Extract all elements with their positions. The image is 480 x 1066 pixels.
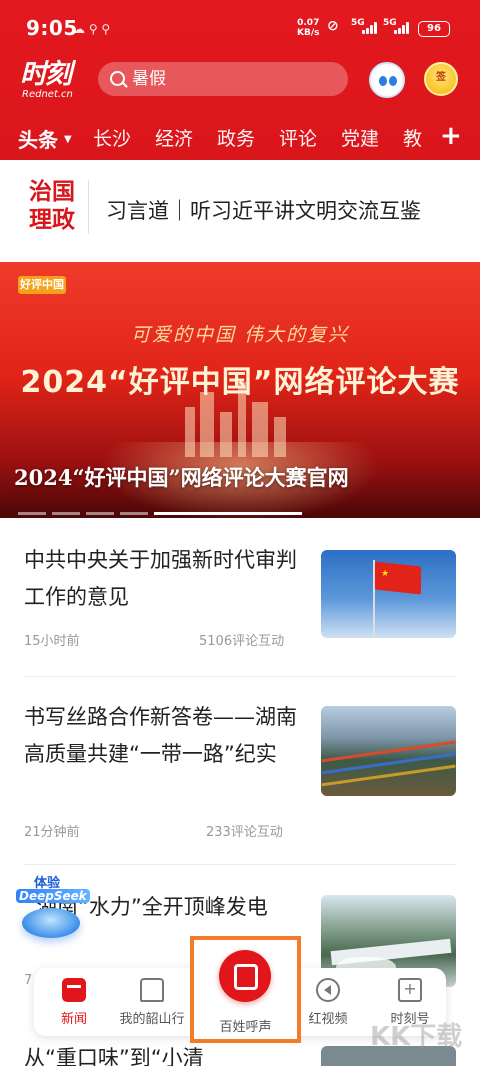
news-comments: 5106评论互动 bbox=[199, 634, 285, 649]
mascot-avatar-icon[interactable] bbox=[369, 62, 405, 98]
news-title: 中共中央关于加强新时代审判工作的意见 bbox=[24, 548, 297, 609]
divider bbox=[88, 180, 89, 234]
building-shape bbox=[220, 412, 232, 457]
building-shape bbox=[185, 407, 195, 457]
building-shape bbox=[274, 417, 286, 457]
news-time: 7 bbox=[24, 973, 33, 988]
tab-government[interactable]: 政务 bbox=[217, 124, 255, 151]
news-time: 15小时前 bbox=[24, 634, 80, 649]
tab-headlines[interactable]: 头条 bbox=[18, 124, 58, 163]
app-screen: 9:05 ☁ ⚲ ⚲ 0.07 KB/s ⊘ 5G 5G 96 时刻 Redne… bbox=[0, 0, 480, 1066]
app-logo: 时刻 Rednet.cn bbox=[20, 60, 86, 100]
rail-line bbox=[321, 740, 456, 763]
deepseek-float-button[interactable]: 体验 DeepSeek bbox=[16, 872, 90, 944]
play-triangle bbox=[324, 985, 331, 995]
tab-shaoshan-label: 我的韶山行 bbox=[119, 1012, 185, 1027]
citizen-voice-button[interactable]: 百姓呼声 bbox=[190, 936, 301, 1043]
news-icon bbox=[62, 978, 86, 1002]
add-channel-icon[interactable]: + bbox=[440, 121, 462, 151]
status-bar: 9:05 ☁ ⚲ ⚲ 0.07 KB/s ⊘ 5G 5G 96 bbox=[0, 0, 480, 56]
tab-commentary[interactable]: 评论 bbox=[279, 124, 317, 151]
signal2-icon bbox=[394, 22, 414, 34]
news-item[interactable]: 书写丝路合作新答卷——湖南高质量共建“一带一路”纪实 21分钟前 233评论互动 bbox=[0, 677, 480, 863]
channel-tabs: 头条 ▼ 长沙 经济 政务 评论 党建 教 bbox=[0, 118, 480, 163]
tab-changsha[interactable]: 长沙 bbox=[93, 124, 131, 151]
tab-economy[interactable]: 经济 bbox=[155, 124, 193, 151]
tab-education[interactable]: 教 bbox=[403, 124, 422, 151]
status-time: 9:05 bbox=[26, 16, 78, 40]
net-speed: 0.07 KB/s bbox=[297, 18, 319, 38]
notification-icons: ☁ ⚲ ⚲ bbox=[73, 22, 111, 36]
checkin-icon[interactable]: 签 bbox=[424, 62, 458, 96]
watermark: KK下载 bbox=[370, 1022, 463, 1052]
banner-logo: 好评中国 bbox=[18, 276, 66, 294]
governance-logo-line2: 理政 bbox=[29, 206, 75, 233]
news-title: 书写丝路合作新答卷——湖南高质量共建“一带一路”纪实 bbox=[24, 705, 297, 766]
governance-logo: 治国 理政 bbox=[24, 178, 80, 236]
carousel-dot bbox=[18, 512, 46, 515]
banner-title: 2024“好评中国”网络评论大赛 bbox=[20, 365, 460, 400]
citizen-voice-label: 百姓呼声 bbox=[219, 1020, 272, 1035]
deepseek-label2: DeepSeek bbox=[16, 889, 90, 903]
net-speed-unit: KB/s bbox=[297, 28, 320, 38]
carousel-indicator bbox=[18, 500, 308, 519]
search-input[interactable]: 暑假 bbox=[98, 62, 348, 96]
message-icon bbox=[219, 950, 271, 1002]
news-title: 从“重口味”到“小清 bbox=[24, 1046, 204, 1066]
news-time: 21分钟前 bbox=[24, 825, 80, 840]
governance-logo-line1: 治国 bbox=[29, 178, 75, 205]
search-icon bbox=[110, 71, 125, 86]
deepseek-orb-icon bbox=[22, 908, 80, 938]
governance-headline[interactable]: 习言道｜听习近平讲文明交流互鉴 bbox=[106, 195, 421, 225]
news-item[interactable]: 中共中央关于加强新时代审判工作的意见 15小时前 5106评论互动 ★ bbox=[0, 520, 480, 676]
tab-news[interactable]: 新闻 bbox=[34, 968, 114, 1036]
tab-news-label: 新闻 bbox=[60, 1012, 87, 1027]
carousel-dot-active bbox=[154, 512, 302, 515]
star-icon: ★ bbox=[381, 569, 390, 579]
play-icon bbox=[316, 978, 340, 1002]
top-header: 9:05 ☁ ⚲ ⚲ 0.07 KB/s ⊘ 5G 5G 96 时刻 Redne… bbox=[0, 0, 480, 163]
news-thumbnail bbox=[321, 706, 456, 796]
volte-icon: ⊘ bbox=[327, 18, 339, 34]
logo-subtext: Rednet.cn bbox=[22, 89, 73, 100]
news-icon-line bbox=[67, 985, 81, 988]
carousel-dot bbox=[86, 512, 114, 515]
building-shape bbox=[200, 392, 214, 457]
news-thumbnail: ★ bbox=[321, 550, 456, 638]
carousel-dot bbox=[120, 512, 148, 515]
news-comments: 233评论互动 bbox=[206, 825, 283, 840]
net-speed-value: 0.07 bbox=[297, 18, 320, 28]
building-shape bbox=[252, 402, 268, 457]
search-placeholder: 暑假 bbox=[132, 69, 166, 89]
banner-subtitle: 可爱的中国 伟大的复兴 bbox=[130, 324, 350, 346]
add-post-icon: + bbox=[398, 978, 422, 1002]
banner-caption: 2024“好评中国”网络评论大赛官网 bbox=[14, 465, 349, 490]
tab-party[interactable]: 党建 bbox=[341, 124, 379, 151]
house-icon bbox=[140, 978, 164, 1002]
signal-icon bbox=[362, 22, 382, 34]
tab-shaoshan[interactable]: 我的韶山行 bbox=[112, 968, 192, 1036]
logo-text: 时刻 bbox=[20, 59, 72, 90]
battery-icon: 96 bbox=[418, 21, 450, 37]
carousel-dot bbox=[52, 512, 80, 515]
chevron-down-icon[interactable]: ▼ bbox=[64, 134, 72, 145]
